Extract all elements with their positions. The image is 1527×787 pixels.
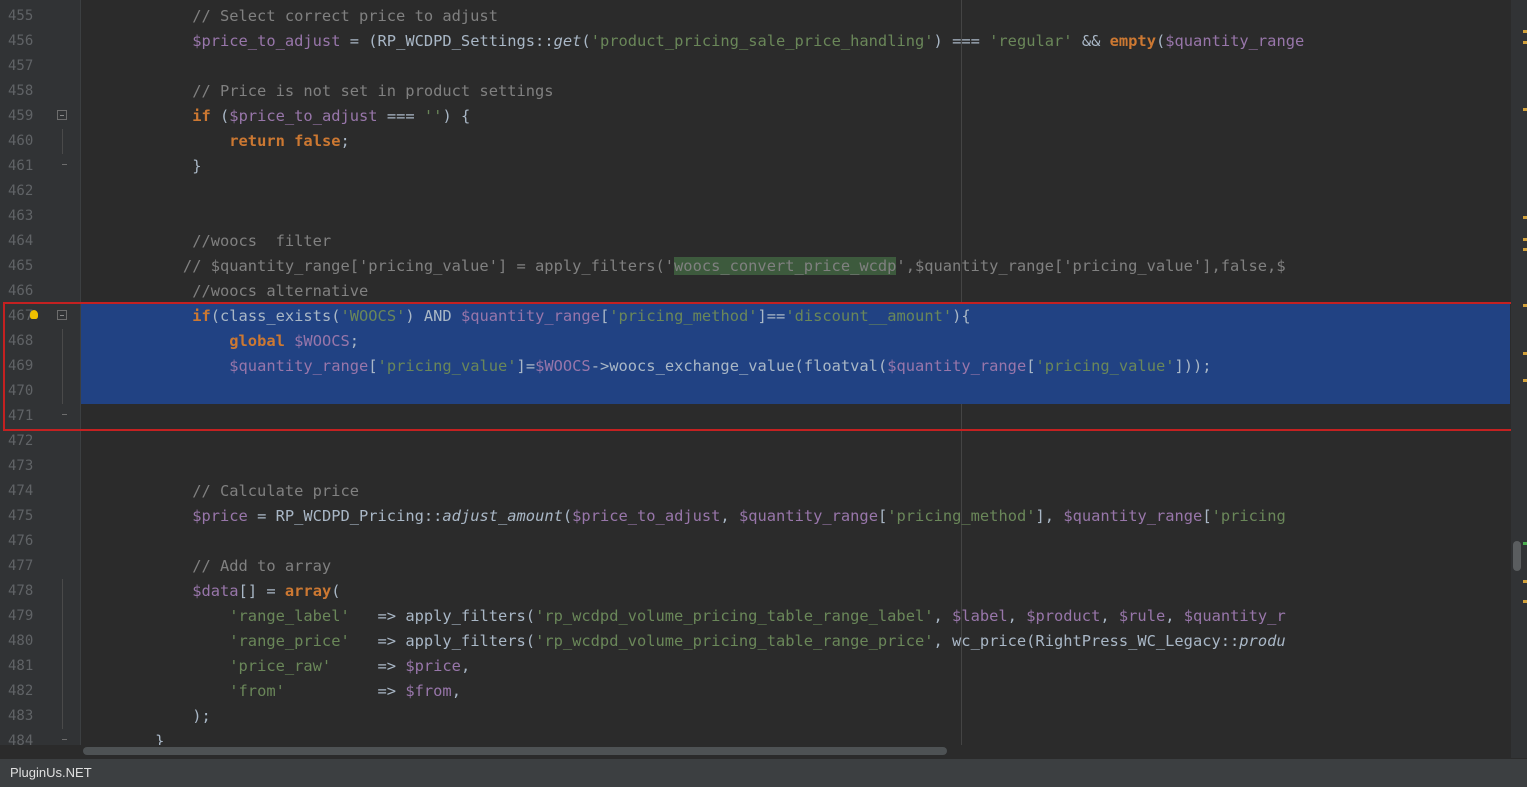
fold-guide xyxy=(62,704,63,729)
fold-guide xyxy=(62,329,63,354)
code-area[interactable]: // Select correct price to adjust $price… xyxy=(81,4,1510,754)
line-number: 463 xyxy=(8,208,34,224)
code-line-selected: if(class_exists('WOOCS') AND $quantity_r… xyxy=(81,304,1510,329)
code-line: } xyxy=(81,157,202,175)
line-number: 480 xyxy=(0,629,80,654)
fold-end-icon[interactable] xyxy=(62,414,67,415)
code-line: //woocs alternative xyxy=(81,282,369,300)
status-bar: PluginUs.NET xyxy=(0,758,1527,787)
line-number: 473 xyxy=(8,458,34,474)
code-line: // $quantity_range['pricing_value'] = ap… xyxy=(81,257,1286,275)
fold-collapse-icon[interactable] xyxy=(57,310,67,320)
line-number: 467 xyxy=(0,304,80,329)
line-number: 462 xyxy=(8,183,34,199)
line-number: 465 xyxy=(8,258,34,274)
vertical-scrollbar[interactable] xyxy=(1511,0,1527,758)
code-line-selected xyxy=(81,379,1510,404)
line-number: 461 xyxy=(0,154,80,179)
line-number: 472 xyxy=(8,433,34,449)
line-number: 479 xyxy=(0,604,80,629)
code-line: // Price is not set in product settings xyxy=(81,82,554,100)
change-marker[interactable] xyxy=(1523,542,1527,545)
code-line: 'price_raw' => $price, xyxy=(229,657,471,675)
line-number: 460 xyxy=(0,129,80,154)
warning-marker[interactable] xyxy=(1523,248,1527,251)
fold-end-icon[interactable] xyxy=(62,739,67,740)
fold-guide xyxy=(62,604,63,629)
fold-guide xyxy=(62,379,63,404)
fold-guide xyxy=(62,354,63,379)
line-number: 457 xyxy=(8,58,34,74)
line-number: 475 xyxy=(8,508,34,524)
code-line: return false; xyxy=(229,132,350,150)
fold-guide xyxy=(62,654,63,679)
code-line: if ($price_to_adjust === '') { xyxy=(192,107,471,125)
line-number: 471 xyxy=(0,404,80,429)
watermark-text: PluginUs.NET xyxy=(10,765,92,780)
fold-collapse-icon[interactable] xyxy=(57,110,67,120)
code-line: ); xyxy=(81,707,211,725)
line-number: 470 xyxy=(0,379,80,404)
line-number: 482 xyxy=(0,679,80,704)
code-line: $data[] = array( xyxy=(192,582,341,600)
line-number: 474 xyxy=(8,483,34,499)
fold-guide xyxy=(62,679,63,704)
warning-marker[interactable] xyxy=(1523,108,1527,111)
line-number: 476 xyxy=(8,533,34,549)
code-line: 'range_label' => apply_filters('rp_wcdpd… xyxy=(229,607,1286,625)
code-line-selected xyxy=(81,404,1510,429)
line-number: 468 xyxy=(0,329,80,354)
code-line: 'range_price' => apply_filters('rp_wcdpd… xyxy=(229,632,1286,650)
code-line: // Add to array xyxy=(81,557,332,575)
line-number: 459 xyxy=(0,104,80,129)
code-line: // Select correct price to adjust xyxy=(81,7,498,25)
line-number: 458 xyxy=(8,83,34,99)
warning-marker[interactable] xyxy=(1523,379,1527,382)
warning-marker[interactable] xyxy=(1523,580,1527,583)
code-line: 'from' => $from, xyxy=(229,682,461,700)
code-line: $price = RP_WCDPD_Pricing::adjust_amount… xyxy=(192,507,1286,525)
horizontal-scrollbar[interactable] xyxy=(81,745,1511,758)
line-number: 469 xyxy=(0,354,80,379)
line-number: 456 xyxy=(8,33,34,49)
code-editor[interactable]: 455 456 457 458 459 460 461 462 463 464 … xyxy=(0,0,1527,758)
code-line: //woocs filter xyxy=(81,232,332,250)
code-line-selected: $quantity_range['pricing_value']=$WOOCS-… xyxy=(81,354,1510,379)
fold-guide xyxy=(62,129,63,154)
fold-guide xyxy=(62,629,63,654)
line-number: 477 xyxy=(8,558,34,574)
warning-marker[interactable] xyxy=(1523,238,1527,241)
search-highlight: woocs_convert_price_wcdp xyxy=(674,257,897,275)
fold-end-icon[interactable] xyxy=(62,164,67,165)
horizontal-scrollbar-thumb[interactable] xyxy=(83,747,947,755)
warning-marker[interactable] xyxy=(1523,600,1527,603)
line-number: 464 xyxy=(8,233,34,249)
line-number: 484 xyxy=(0,729,80,754)
lightbulb-icon[interactable] xyxy=(30,310,38,319)
line-number: 481 xyxy=(0,654,80,679)
warning-marker[interactable] xyxy=(1523,304,1527,307)
code-line: // Calculate price xyxy=(81,482,359,500)
code-line-selected: global $WOOCS; xyxy=(81,329,1510,354)
warning-marker[interactable] xyxy=(1523,216,1527,219)
line-number: 478 xyxy=(0,579,80,604)
line-number: 455 xyxy=(8,8,34,24)
warning-marker[interactable] xyxy=(1523,30,1527,33)
warning-marker[interactable] xyxy=(1523,352,1527,355)
vertical-scrollbar-thumb[interactable] xyxy=(1513,541,1521,571)
code-line: $price_to_adjust = (RP_WCDPD_Settings::g… xyxy=(192,32,1305,50)
line-number-gutter: 455 456 457 458 459 460 461 462 463 464 … xyxy=(0,0,81,749)
warning-marker[interactable] xyxy=(1523,41,1527,44)
line-number: 466 xyxy=(8,283,34,299)
fold-guide xyxy=(62,579,63,604)
line-number: 483 xyxy=(0,704,80,729)
